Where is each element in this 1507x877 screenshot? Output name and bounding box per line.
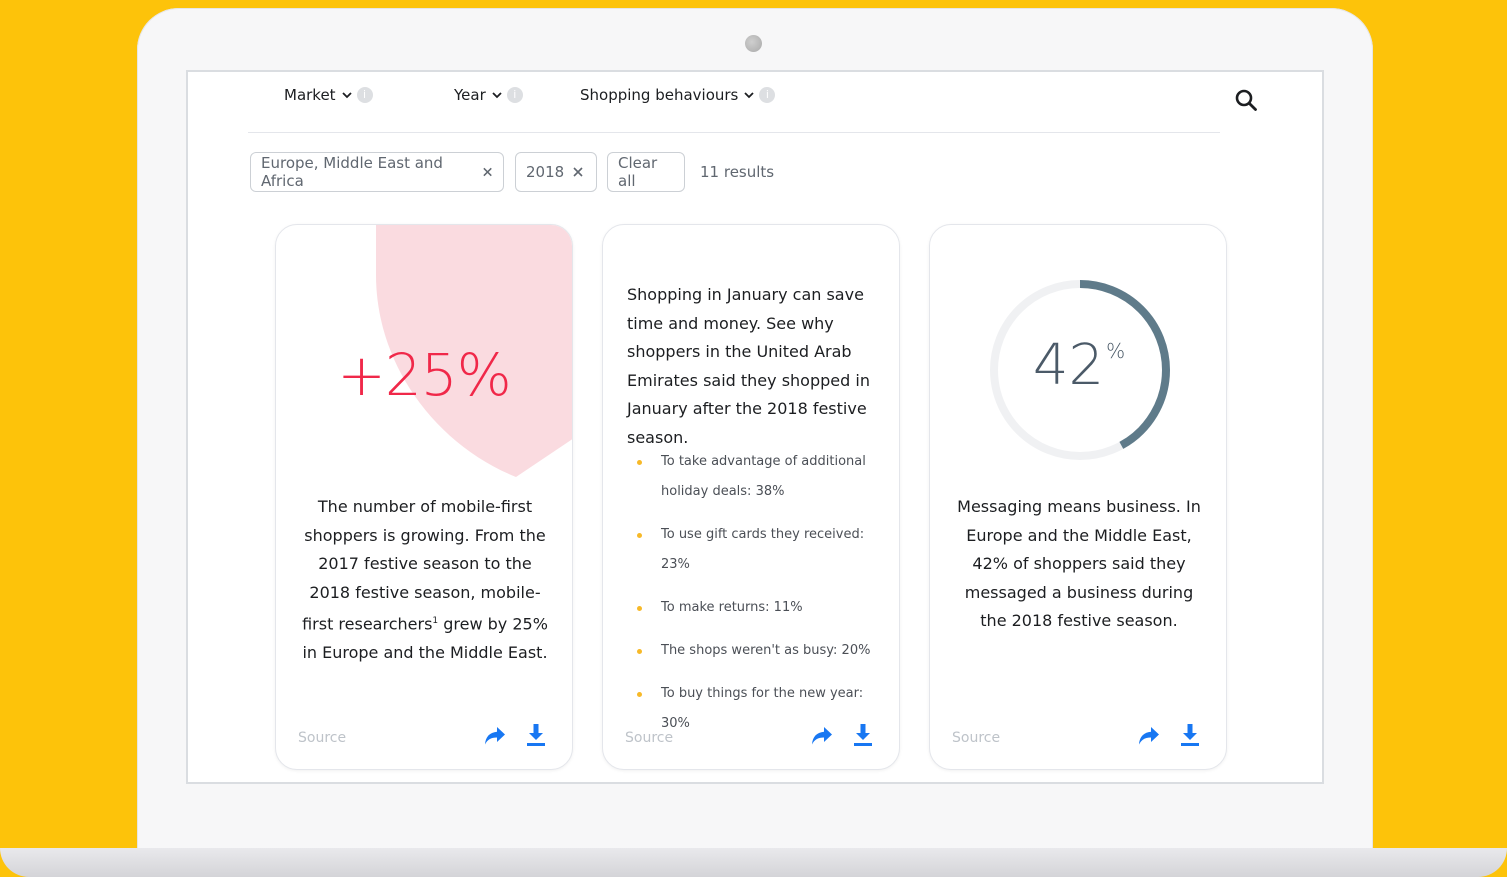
year-chip-label: 2018 — [526, 163, 565, 181]
share-icon[interactable] — [811, 725, 833, 747]
clear-all-label: Clear all — [618, 154, 658, 190]
source-link[interactable]: Source — [298, 730, 346, 746]
shopping-behaviours-filter[interactable]: Shopping behaviours i — [580, 86, 776, 104]
results-count: 11 results — [700, 163, 775, 181]
card-description: The number of mobile-first shoppers is g… — [298, 493, 552, 667]
region-chip-label: Europe, Middle East and Africa — [261, 154, 443, 190]
stat-unit: % — [1106, 339, 1126, 363]
card-description-text: The number of mobile-first shoppers is g… — [302, 497, 546, 634]
stat-number: 42 — [1032, 333, 1105, 398]
card-stat: +25% — [337, 341, 512, 409]
shopping-behaviours-label: Shopping behaviours — [580, 86, 739, 104]
year-filter-label: Year — [454, 86, 486, 104]
info-icon[interactable]: i — [506, 87, 523, 103]
info-icon[interactable]: i — [759, 87, 776, 103]
chevron-down-icon — [341, 92, 352, 99]
market-filter-label: Market — [284, 86, 336, 104]
source-link[interactable]: Source — [952, 730, 1000, 746]
close-icon[interactable] — [572, 166, 584, 178]
laptop-camera — [745, 35, 762, 52]
insight-card-messaging: 42% Messaging means business. In Europe … — [929, 224, 1227, 770]
market-filter[interactable]: Market i — [284, 86, 373, 104]
list-item: To make returns: 11% — [637, 593, 877, 623]
list-item: To use gift cards they received: 23% — [637, 520, 877, 580]
filter-bar: Market i Year i Shopping behaviours i — [248, 72, 1220, 133]
download-icon[interactable] — [526, 723, 546, 747]
card-stat: 42% — [930, 333, 1226, 398]
year-chip[interactable]: 2018 — [515, 152, 597, 192]
source-link[interactable]: Source — [625, 730, 673, 746]
chevron-down-icon — [744, 92, 755, 99]
card-intro-text: Shopping in January can save time and mo… — [627, 285, 870, 447]
close-icon[interactable] — [482, 166, 493, 178]
share-icon[interactable] — [484, 725, 506, 747]
chevron-down-icon — [492, 92, 502, 99]
year-filter[interactable]: Year i — [454, 86, 523, 104]
insight-card-mobile-first: +25% The number of mobile-first shoppers… — [275, 224, 573, 770]
card-description: Messaging means business. In Europe and … — [957, 497, 1201, 630]
list-item: The shops weren't as busy: 20% — [637, 636, 877, 666]
list-item: To take advantage of additional holiday … — [637, 447, 877, 507]
download-icon[interactable] — [853, 723, 873, 747]
search-icon[interactable] — [1234, 88, 1258, 112]
region-chip[interactable]: Europe, Middle East and Africa — [250, 152, 504, 192]
reasons-list: To take advantage of additional holiday … — [637, 447, 877, 752]
share-icon[interactable] — [1138, 725, 1160, 747]
download-icon[interactable] — [1180, 723, 1200, 747]
app-screen: Market i Year i Shopping behaviours i Eu… — [186, 70, 1324, 784]
laptop-base — [0, 848, 1507, 877]
clear-all-button[interactable]: Clear all — [607, 152, 685, 192]
info-icon[interactable]: i — [356, 87, 373, 103]
insight-card-january-shopping: Shopping in January can save time and mo… — [602, 224, 900, 770]
